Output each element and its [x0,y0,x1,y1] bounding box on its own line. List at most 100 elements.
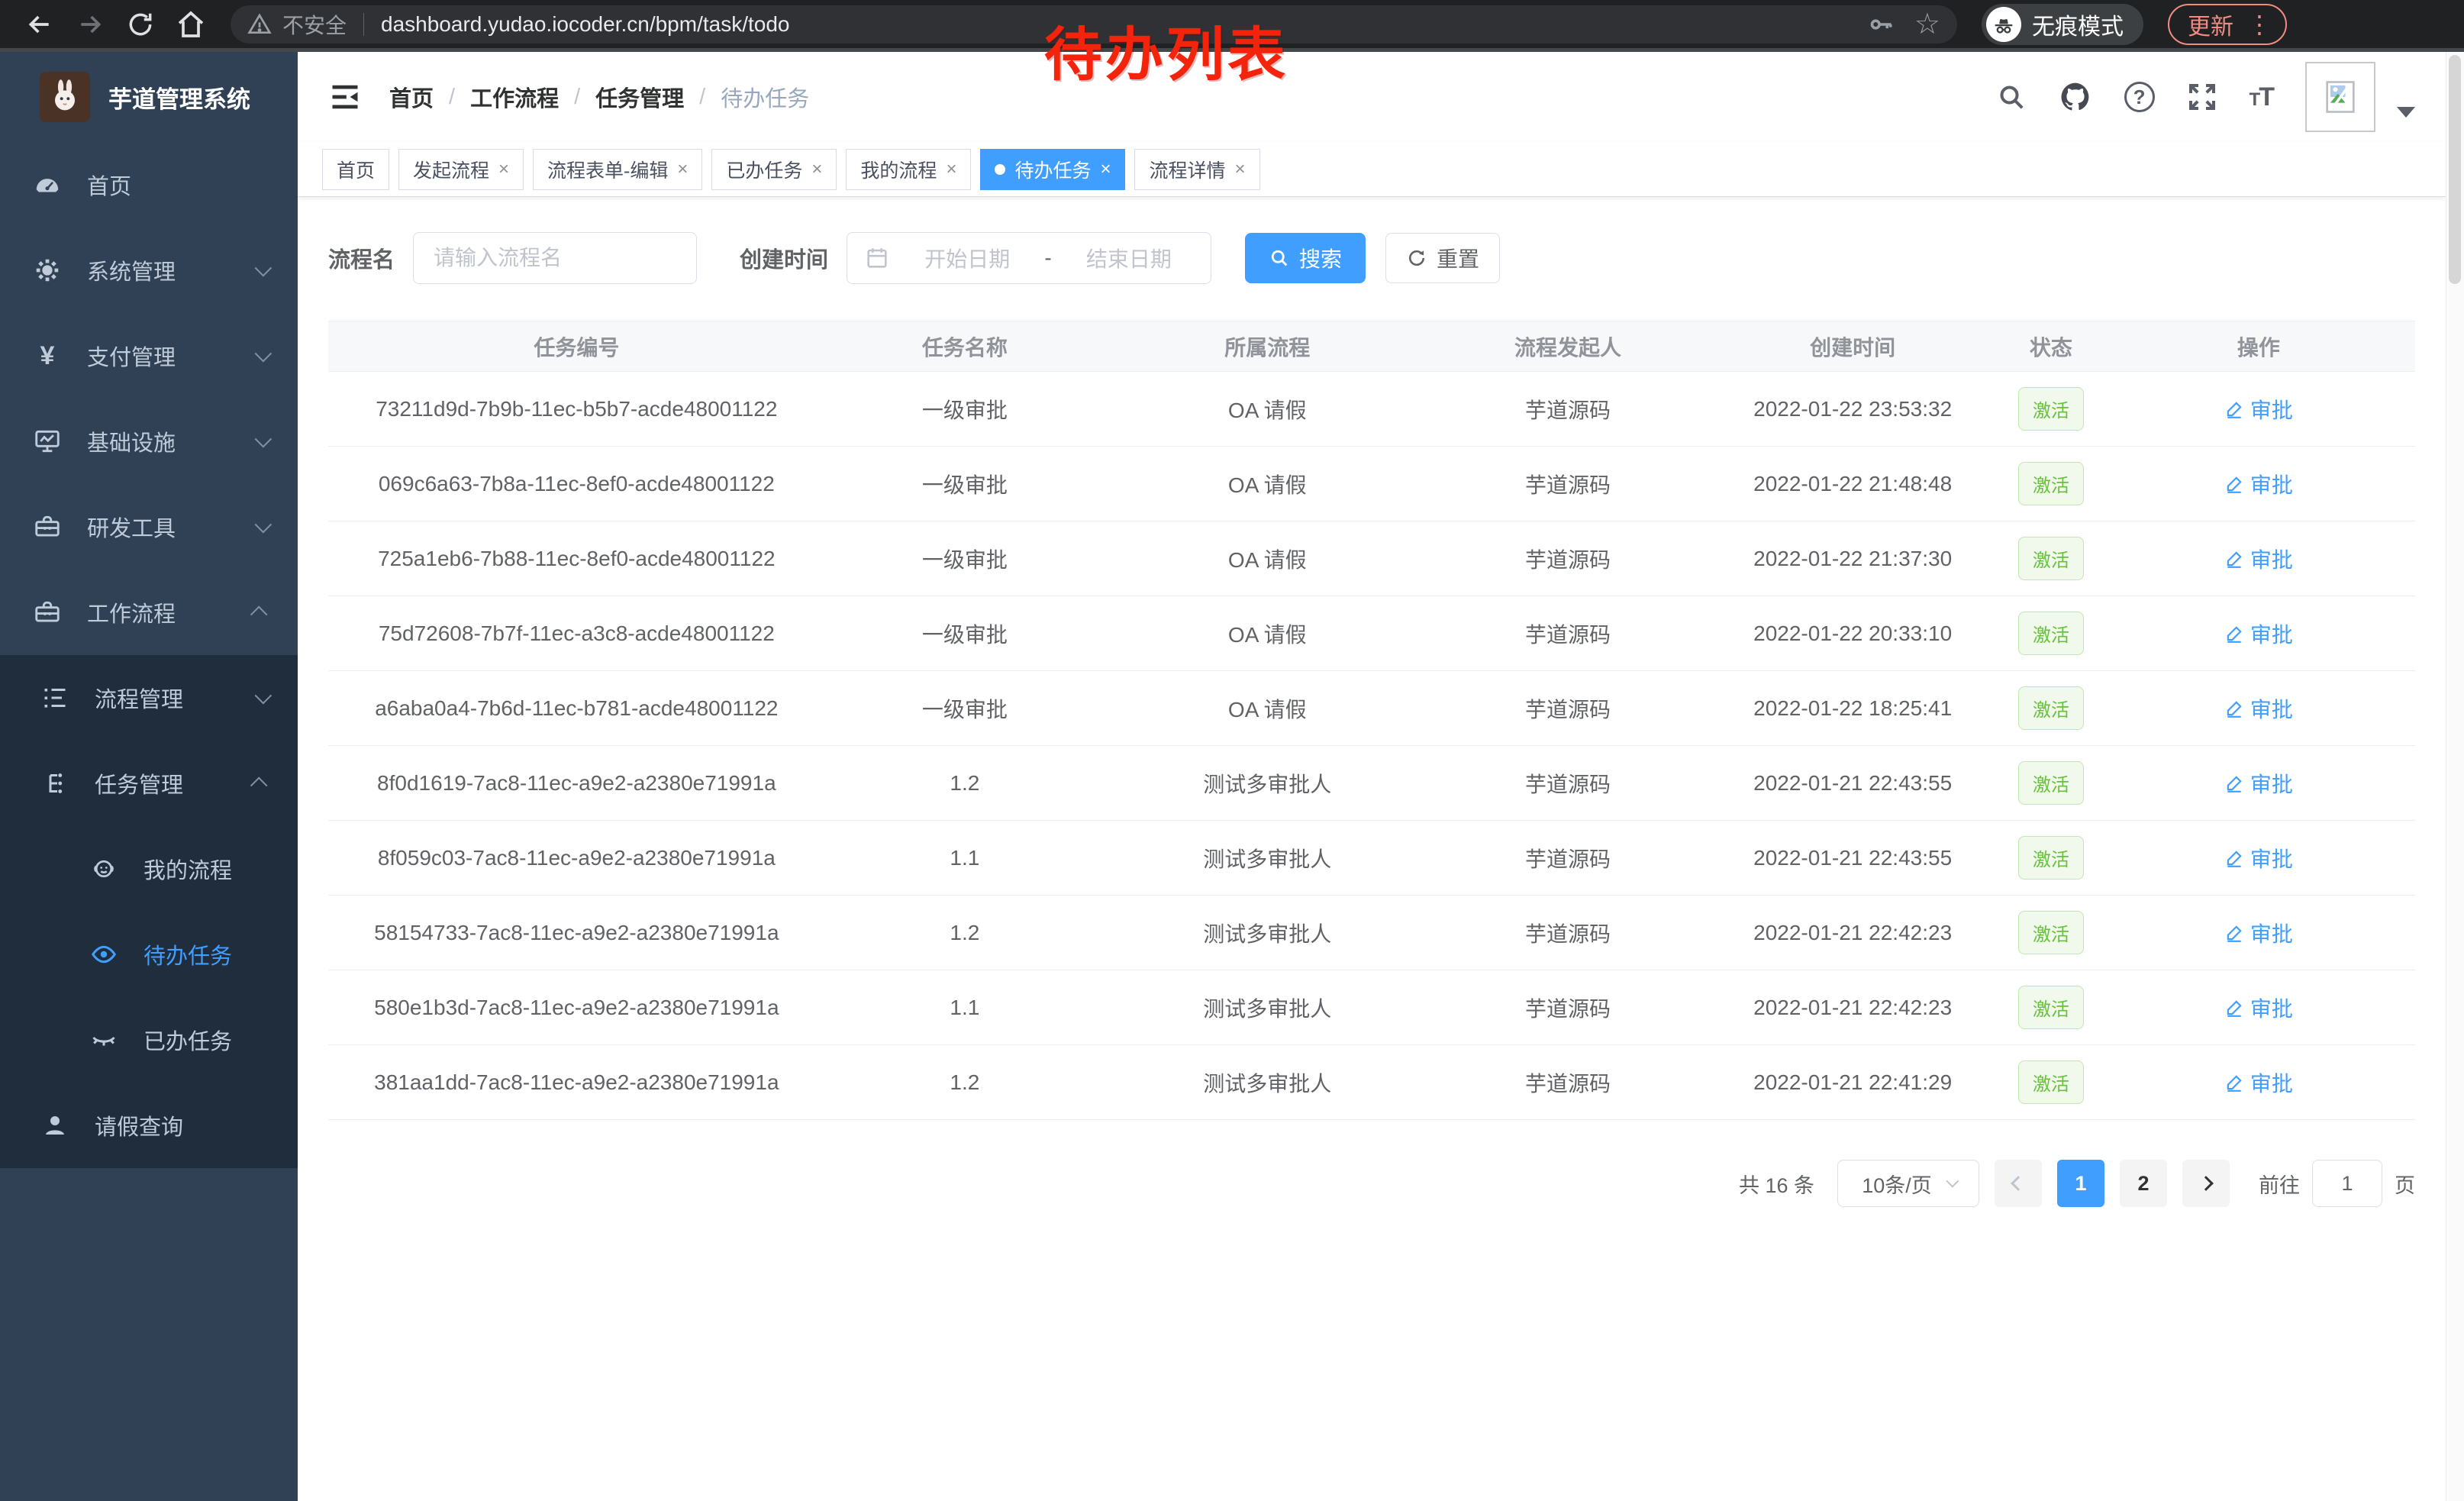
process-name-input[interactable] [413,232,697,284]
sidebar-item-system[interactable]: 系统管理 [0,228,298,313]
page-unit-label: 页 [2395,1169,2415,1199]
tab-home[interactable]: 首页 [322,149,389,190]
sidebar-item-leave-query[interactable]: 请假查询 [0,1083,298,1168]
breadcrumb-workflow[interactable]: 工作流程 [470,81,559,113]
approve-link[interactable]: 审批 [2224,768,2293,799]
approve-link[interactable]: 审批 [2224,993,2293,1023]
calendar-icon [864,245,890,271]
tab-done-tasks[interactable]: 已办任务× [711,149,837,190]
bookmark-star-icon[interactable]: ☆ [1914,10,1940,39]
prev-page-button[interactable] [1995,1160,2042,1207]
tab-my-process[interactable]: 我的流程× [846,149,971,190]
breadcrumb-task-mgmt[interactable]: 任务管理 [595,81,684,113]
forward-icon[interactable] [69,3,111,46]
sidebar-item-my-process[interactable]: 我的流程 [0,826,298,912]
page-button-2[interactable]: 2 [2120,1160,2167,1207]
update-label[interactable]: 更新 [2188,8,2233,41]
tab-start-process[interactable]: 发起流程× [398,149,524,190]
sidebar-item-todo-tasks[interactable]: 待办任务 [0,912,298,997]
header-actions: ? TT [1996,62,2415,132]
task-id-cell: a6aba0a4-7b6d-11ec-b781-acde48001122 [328,696,825,721]
task-id-cell: 58154733-7ac8-11ec-a9e2-a2380e71991a [328,921,825,945]
close-icon[interactable]: × [1235,159,1246,180]
date-range-picker[interactable]: 开始日期 - 结束日期 [847,232,1211,284]
search-icon[interactable] [1996,82,2027,112]
col-create-time: 创建时间 [1705,331,1999,362]
chevron-up-icon [250,777,268,795]
approve-link[interactable]: 审批 [2224,843,2293,873]
approve-link[interactable]: 审批 [2224,618,2293,649]
tab-todo-tasks[interactable]: 待办任务× [980,149,1125,190]
font-size-icon[interactable]: TT [2250,82,2273,112]
tags-view-bar: 首页 发起流程× 流程表单-编辑× 已办任务× 我的流程× 待办任务× 流程详情… [298,142,2446,197]
home-icon[interactable] [169,3,212,46]
sidebar-item-done-tasks[interactable]: 已办任务 [0,997,298,1083]
sidebar-item-workflow[interactable]: 工作流程 [0,570,298,655]
breadcrumb-current: 待办任务 [721,81,809,113]
approve-link[interactable]: 审批 [2224,693,2293,724]
password-key-icon[interactable] [1867,11,1895,38]
toolbox-icon [32,598,63,627]
app-logo-row[interactable]: 芋道管理系统 [0,52,298,142]
create-time-cell: 2022-01-22 18:25:41 [1705,696,1999,721]
sidebar-item-devtools[interactable]: 研发工具 [0,484,298,570]
todo-task-table: 任务编号 任务名称 所属流程 流程发起人 创建时间 状态 操作 73211d9d… [328,321,2415,1120]
task-id-cell: 381aa1dd-7ac8-11ec-a9e2-a2380e71991a [328,1070,825,1095]
col-task-id: 任务编号 [328,331,825,362]
avatar-caret-icon[interactable] [2397,107,2415,118]
process-cell: 测试多审批人 [1105,768,1430,799]
tab-form-edit[interactable]: 流程表单-编辑× [533,149,702,190]
browser-menu-icon[interactable]: ⋮ [2247,10,2272,39]
status-badge: 激活 [2018,612,2084,655]
goto-page-input[interactable] [2312,1160,2382,1207]
approve-link[interactable]: 审批 [2224,1067,2293,1098]
approve-link[interactable]: 审批 [2224,469,2293,499]
breadcrumb-home[interactable]: 首页 [389,81,434,113]
range-separator: - [1044,246,1051,270]
table-header-row: 任务编号 任务名称 所属流程 流程发起人 创建时间 状态 操作 [328,321,2415,372]
fullscreen-icon[interactable] [2187,82,2217,112]
chevron-right-icon [2198,1176,2214,1191]
browser-update-button[interactable]: 更新 ⋮ [2168,4,2287,45]
sidebar-collapse-icon[interactable] [328,80,362,114]
starter-cell: 芋道源码 [1430,469,1706,499]
sidebar-item-payment[interactable]: ¥ 支付管理 [0,313,298,399]
reload-icon[interactable] [119,3,162,46]
page-button-1[interactable]: 1 [2057,1160,2104,1207]
process-cell: OA 请假 [1105,693,1430,724]
reset-button[interactable]: 重置 [1385,233,1500,283]
close-icon[interactable]: × [498,159,509,180]
scrollbar-thumb[interactable] [2449,55,2461,284]
sidebar-item-task-mgmt[interactable]: 任务管理 [0,741,298,826]
approve-link[interactable]: 审批 [2224,394,2293,424]
avatar[interactable] [2305,62,2375,132]
help-icon[interactable]: ? [2124,82,2155,112]
security-warning-icon [247,12,272,37]
search-button[interactable]: 搜索 [1245,233,1366,283]
close-icon[interactable]: × [677,159,688,180]
col-process: 所属流程 [1105,331,1430,362]
task-id-cell: 8f0d1619-7ac8-11ec-a9e2-a2380e71991a [328,771,825,796]
create-time-cell: 2022-01-21 22:42:23 [1705,996,1999,1020]
approve-link[interactable]: 审批 [2224,544,2293,574]
close-icon[interactable]: × [811,159,822,180]
status-badge: 激活 [2018,911,2084,954]
tab-process-detail[interactable]: 流程详情× [1134,149,1259,190]
page-scrollbar[interactable] [2446,52,2464,1501]
back-icon[interactable] [18,3,61,46]
sidebar-item-process-mgmt[interactable]: 流程管理 [0,655,298,741]
approve-link[interactable]: 审批 [2224,918,2293,948]
toolbox-icon [32,512,63,541]
sidebar-item-infra[interactable]: 基础设施 [0,399,298,484]
security-label[interactable]: 不安全 [282,9,347,40]
sidebar-item-home[interactable]: 首页 [0,142,298,228]
page-size-select[interactable]: 10条/页 [1837,1160,1979,1207]
github-icon[interactable] [2059,80,2092,114]
task-name-cell: 一级审批 [825,693,1105,724]
task-id-cell: 580e1b3d-7ac8-11ec-a9e2-a2380e71991a [328,996,825,1020]
close-icon[interactable]: × [1100,159,1111,180]
next-page-button[interactable] [2182,1160,2230,1207]
close-icon[interactable]: × [946,159,956,180]
task-id-cell: 73211d9d-7b9b-11ec-b5b7-acde48001122 [328,397,825,421]
edit-pen-icon [2224,474,2244,494]
